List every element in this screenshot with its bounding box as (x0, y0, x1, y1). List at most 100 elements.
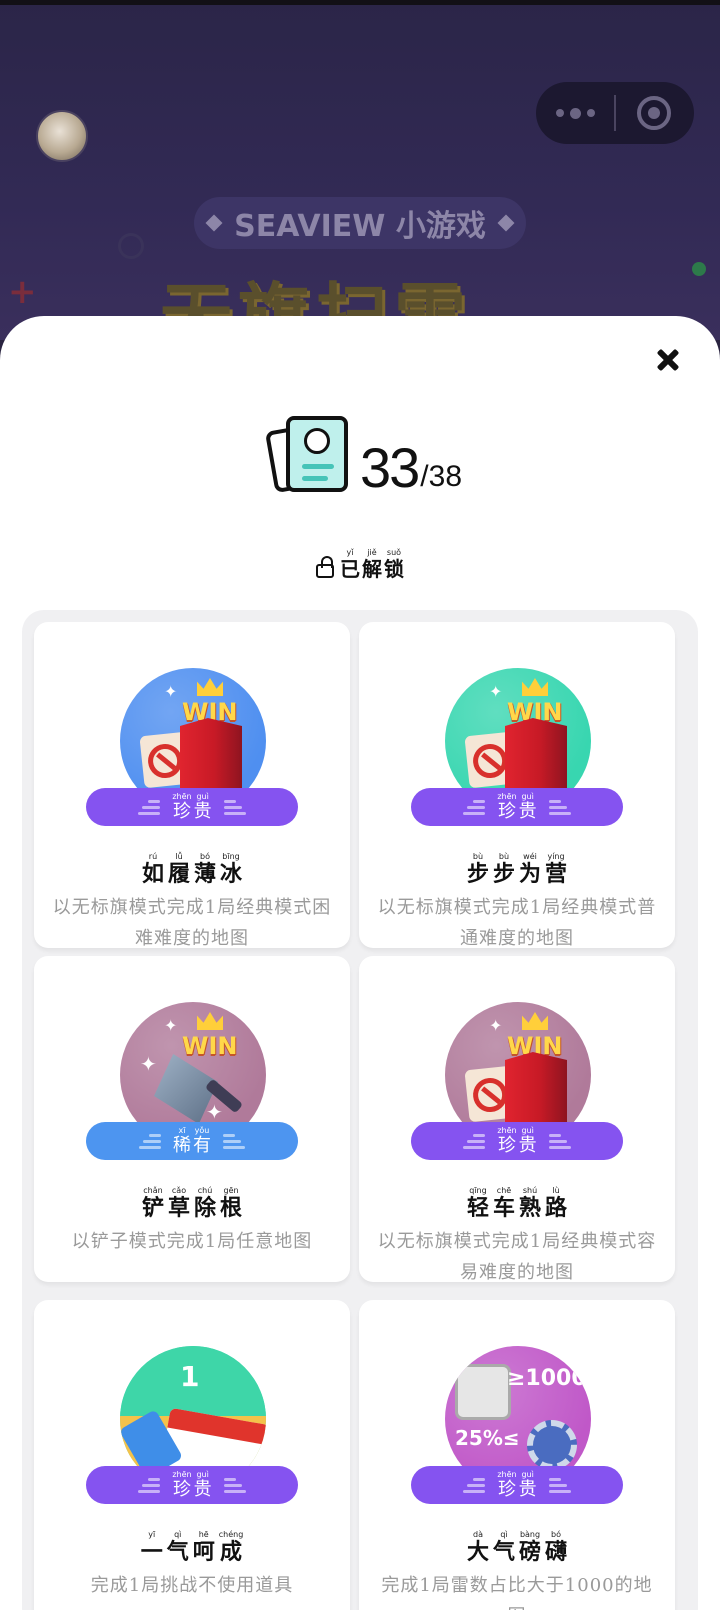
hanzi: 气 (166, 1539, 189, 1565)
more-dots-icon[interactable] (536, 82, 614, 144)
crown-icon (197, 678, 223, 696)
achievement-card[interactable]: WIN ✦ zhēn 珍 guì 贵 bù 步 bù 步 wéi 为 yíng 营以无标旗模式完成1局经典… (359, 622, 675, 948)
hanzi: 贵 (193, 801, 212, 822)
unlocked-section-header: yǐ 已 jiě 解 suǒ 锁 (0, 548, 720, 580)
achievement-card[interactable]: WIN ✦ ✦ ✦ xī 稀 yǒu 有 chǎn 铲 cǎo 草 chú 除 gēn 根以铲子模式完成1局任… (34, 956, 350, 1282)
hanzi: 解 (362, 557, 382, 581)
rarity-bars-right (548, 1477, 571, 1493)
achievement-card[interactable]: WIN ✦ zhēn 珍 guì 贵 qīng 轻 chē 车 shú 熟 lù 路以无标旗模式完成1局经… (359, 956, 675, 1282)
rarity-bars-right (223, 1477, 246, 1493)
achievement-title-word: dà 大 qì 气 bàng 磅 bó 礴 (467, 1530, 567, 1564)
rarity-bars-left (138, 799, 161, 815)
hanzi: 磅 (519, 1539, 542, 1565)
hanzi: 薄 (194, 861, 217, 887)
achievement-description: 以无标旗模式完成1局经典模式普通难度的地图 (377, 897, 657, 948)
ruby-char: chéng 成 (219, 1530, 244, 1564)
hanzi: 气 (492, 1539, 515, 1565)
sparkle-icon: ✦ (206, 1100, 223, 1124)
hanzi: 大 (466, 1539, 489, 1565)
sparkle-icon: ✦ (140, 1052, 157, 1076)
ruby-char: xī 稀 (173, 1126, 191, 1156)
ruby-char: guì 贵 (194, 1470, 212, 1500)
rarity-bars-right (223, 799, 246, 815)
hanzi: 步 (466, 861, 489, 887)
hanzi: 礴 (545, 1539, 568, 1565)
crown-icon (522, 678, 548, 696)
achievement-description: 以无标旗模式完成1局经典模式容易难度的地图 (377, 1231, 657, 1282)
target-close-icon[interactable] (616, 82, 692, 144)
calendar-number: 1 (180, 1360, 200, 1393)
ruby-char: zhēn 珍 (172, 792, 191, 822)
hanzi: 熟 (519, 1195, 542, 1221)
avatar[interactable] (36, 110, 88, 162)
ruby-char: qīng 轻 (467, 1186, 489, 1220)
mine-ratio-bottom: 25%≤ (455, 1426, 520, 1450)
achievement-title: bù 步 bù 步 wéi 为 yíng 营 (359, 852, 675, 886)
achievement-description: 以铲子模式完成1局任意地图 (71, 1231, 313, 1252)
rarity-label: zhēn 珍 guì 贵 (497, 792, 536, 822)
ruby-char: zhēn 珍 (497, 1126, 516, 1156)
achievement-card[interactable]: WIN ✦ zhēn 珍 guì 贵 rú 如 lǚ 履 bó 薄 bīng 冰以无标旗模式完成1局经典模… (34, 622, 350, 948)
hanzi: 为 (519, 861, 542, 887)
red-flag-icon (505, 1052, 567, 1132)
hanzi: 贵 (518, 1135, 537, 1156)
mini-program-capsule (536, 82, 694, 144)
hanzi: 路 (545, 1195, 568, 1221)
tile-icon (455, 1364, 511, 1420)
achievement-card[interactable]: ≥1000 25%≤ zhēn 珍 guì 贵 dà 大 qì 气 bàng 磅 bó 礴完成1局雷数占比… (359, 1300, 675, 1610)
ruby-char: bó 薄 (194, 852, 216, 886)
achievement-title-word: rú 如 lǚ 履 bó 薄 bīng 冰 (142, 852, 242, 886)
ruby-char: bù 步 (493, 852, 515, 886)
hanzi: 已 (340, 557, 360, 581)
achievements-sheet: 33 /38 yǐ 已 jiě 解 suǒ 锁 WIN ✦ zhēn 珍 guì 贵 rú 如 lǚ 履 bó… (0, 316, 720, 1610)
achievement-counter: 33 /38 (264, 412, 462, 499)
achievement-title: rú 如 lǚ 履 bó 薄 bīng 冰 (34, 852, 350, 886)
hanzi: 贵 (518, 1479, 537, 1500)
achievement-description: 以无标旗模式完成1局经典模式困难难度的地图 (52, 897, 332, 948)
hanzi: 珍 (497, 801, 516, 822)
achievement-title-word: bù 步 bù 步 wéi 为 yíng 营 (467, 852, 567, 886)
unlocked-count: 33 (360, 436, 420, 499)
close-icon[interactable] (646, 338, 690, 382)
game-background: SEAVIEW 小游戏 + 无旗扫雷 (0, 0, 720, 340)
hanzi: 珍 (497, 1135, 516, 1156)
sparkle-icon: ✦ (489, 682, 503, 701)
achievement-title: chǎn 铲 cǎo 草 chú 除 gēn 根 (34, 1186, 350, 1220)
hanzi: 根 (220, 1195, 243, 1221)
brand-banner: SEAVIEW 小游戏 (194, 197, 526, 249)
hanzi: 锁 (384, 557, 404, 581)
ruby-char: jiě 解 (362, 548, 382, 580)
hanzi: 成 (220, 1539, 243, 1565)
achievement-cards-icon (264, 412, 352, 496)
red-flag-icon (505, 718, 567, 798)
rarity-label: zhēn 珍 guì 贵 (172, 792, 211, 822)
ruby-char: lù 路 (545, 1186, 567, 1220)
ruby-char: rú 如 (142, 852, 164, 886)
ruby-char: yíng 营 (545, 852, 567, 886)
ruby-char: gēn 根 (220, 1186, 242, 1220)
achievement-title-word: yī 一 qì 气 hē 呵 chéng 成 (141, 1530, 244, 1564)
rarity-badge: zhēn 珍 guì 贵 (411, 788, 623, 826)
mine-icon (527, 1420, 577, 1470)
hanzi: 除 (194, 1195, 217, 1221)
status-bar (0, 0, 720, 5)
ruby-char: bó 礴 (545, 1530, 567, 1564)
crown-icon (522, 1012, 548, 1030)
decor-plus: + (8, 272, 37, 312)
ruby-char: guì 贵 (519, 792, 537, 822)
achievement-title: qīng 轻 chē 车 shú 熟 lù 路 (359, 1186, 675, 1220)
hanzi: 稀 (173, 1135, 191, 1156)
hanzi: 贵 (518, 801, 537, 822)
ruby-char: guì 贵 (519, 1470, 537, 1500)
achievement-title-word: qīng 轻 chē 车 shú 熟 lù 路 (467, 1186, 567, 1220)
rarity-bars-left (138, 1477, 161, 1493)
win-text: WIN (182, 1032, 238, 1060)
sparkle-icon: ✦ (489, 1016, 503, 1035)
sparkle-icon: ✦ (164, 682, 178, 701)
hanzi: 车 (492, 1195, 515, 1221)
achievement-card[interactable]: 1 zhēn 珍 guì 贵 yī 一 qì 气 hē 呵 chéng 成完成1局挑战不使用道具 (34, 1300, 350, 1610)
crown-icon (197, 1012, 223, 1030)
rarity-badge: xī 稀 yǒu 有 (86, 1122, 298, 1160)
hanzi: 珍 (497, 1479, 516, 1500)
hanzi: 履 (167, 861, 190, 887)
